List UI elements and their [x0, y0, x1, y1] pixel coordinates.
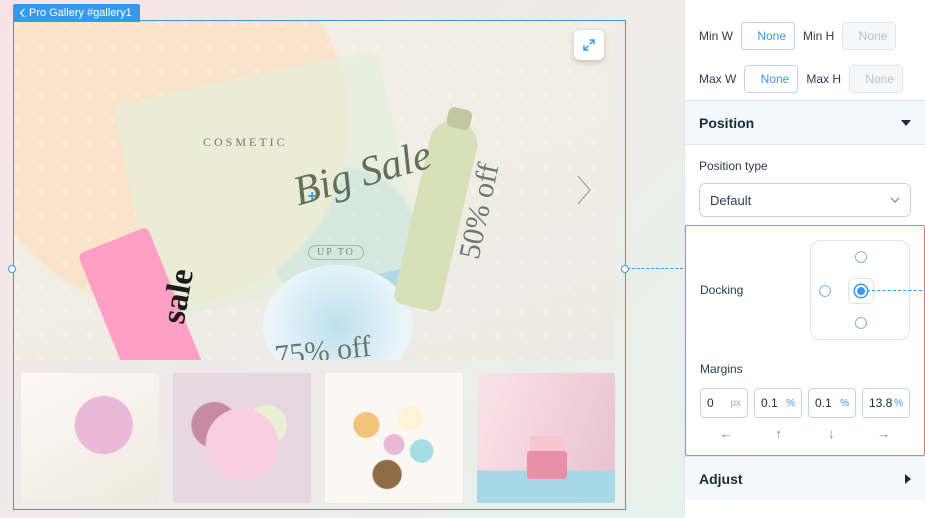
chevron-left-icon — [19, 8, 26, 18]
min-width-label: Min W — [699, 29, 733, 43]
dock-bottom[interactable] — [855, 317, 867, 329]
selection-label[interactable]: Pro Gallery #gallery1 — [13, 4, 140, 22]
triangle-right-icon — [905, 474, 911, 484]
max-height-input: None — [849, 65, 903, 93]
position-type-label: Position type — [699, 159, 911, 173]
position-type-select[interactable]: Default — [699, 183, 911, 217]
position-section-body: Position type Default — [685, 144, 925, 217]
chevron-down-icon — [890, 197, 900, 203]
docking-widget[interactable] — [810, 240, 910, 340]
adjust-section-header[interactable]: Adjust — [685, 456, 925, 500]
margin-arrow-right[interactable]: → — [858, 426, 911, 441]
margin-arrow-up[interactable]: ↑ — [753, 426, 806, 441]
max-width-label: Max W — [699, 72, 736, 86]
docking-line — [867, 290, 925, 291]
max-width-input[interactable]: None — [744, 65, 798, 93]
docking-label: Docking — [700, 283, 743, 297]
adjust-section-title: Adjust — [699, 471, 743, 487]
min-width-row: Min W None Min H None — [685, 14, 925, 57]
margins-label: Margins — [700, 362, 910, 376]
docking-guide-line — [627, 268, 683, 269]
margins-row: 0 px 0.1 % 0.1 % 13.8 % — [700, 388, 910, 418]
dock-top[interactable] — [855, 251, 867, 263]
dock-center[interactable] — [855, 285, 867, 297]
position-section-title: Position — [699, 115, 754, 131]
min-width-input[interactable]: None — [741, 22, 795, 50]
resize-handle-right[interactable] — [621, 265, 629, 273]
editor-canvas[interactable]: Pro Gallery #gallery1 COSMETIC Big Sale … — [0, 0, 684, 518]
triangle-down-icon — [901, 120, 911, 126]
inspector-panel: Min W None Min H None Max W None Max H N… — [684, 0, 925, 518]
margin-bottom-input[interactable]: 0.1 % — [808, 388, 856, 418]
margin-top-input[interactable]: 0 px — [700, 388, 748, 418]
position-section-header[interactable]: Position — [685, 100, 925, 144]
margin-right-input[interactable]: 0.1 % — [754, 388, 802, 418]
max-width-row: Max W None Max H None — [685, 57, 925, 100]
max-height-label: Max H — [806, 72, 841, 86]
margin-arrow-left[interactable]: ← — [700, 426, 753, 441]
selection-label-text: Pro Gallery #gallery1 — [29, 7, 132, 19]
min-height-input: None — [842, 22, 896, 50]
margin-left-input[interactable]: 13.8 % — [862, 388, 910, 418]
dock-left[interactable] — [819, 285, 831, 297]
docking-margins-highlight: Docking Margins 0 px 0.1 % 0.1 — [685, 225, 925, 456]
margin-arrow-down[interactable]: ↓ — [805, 426, 858, 441]
margin-arrows: ← ↑ ↓ → — [700, 426, 910, 441]
selection-frame[interactable] — [13, 20, 626, 510]
resize-handle-left[interactable] — [8, 265, 16, 273]
min-height-label: Min H — [803, 29, 834, 43]
position-type-value: Default — [710, 193, 751, 208]
